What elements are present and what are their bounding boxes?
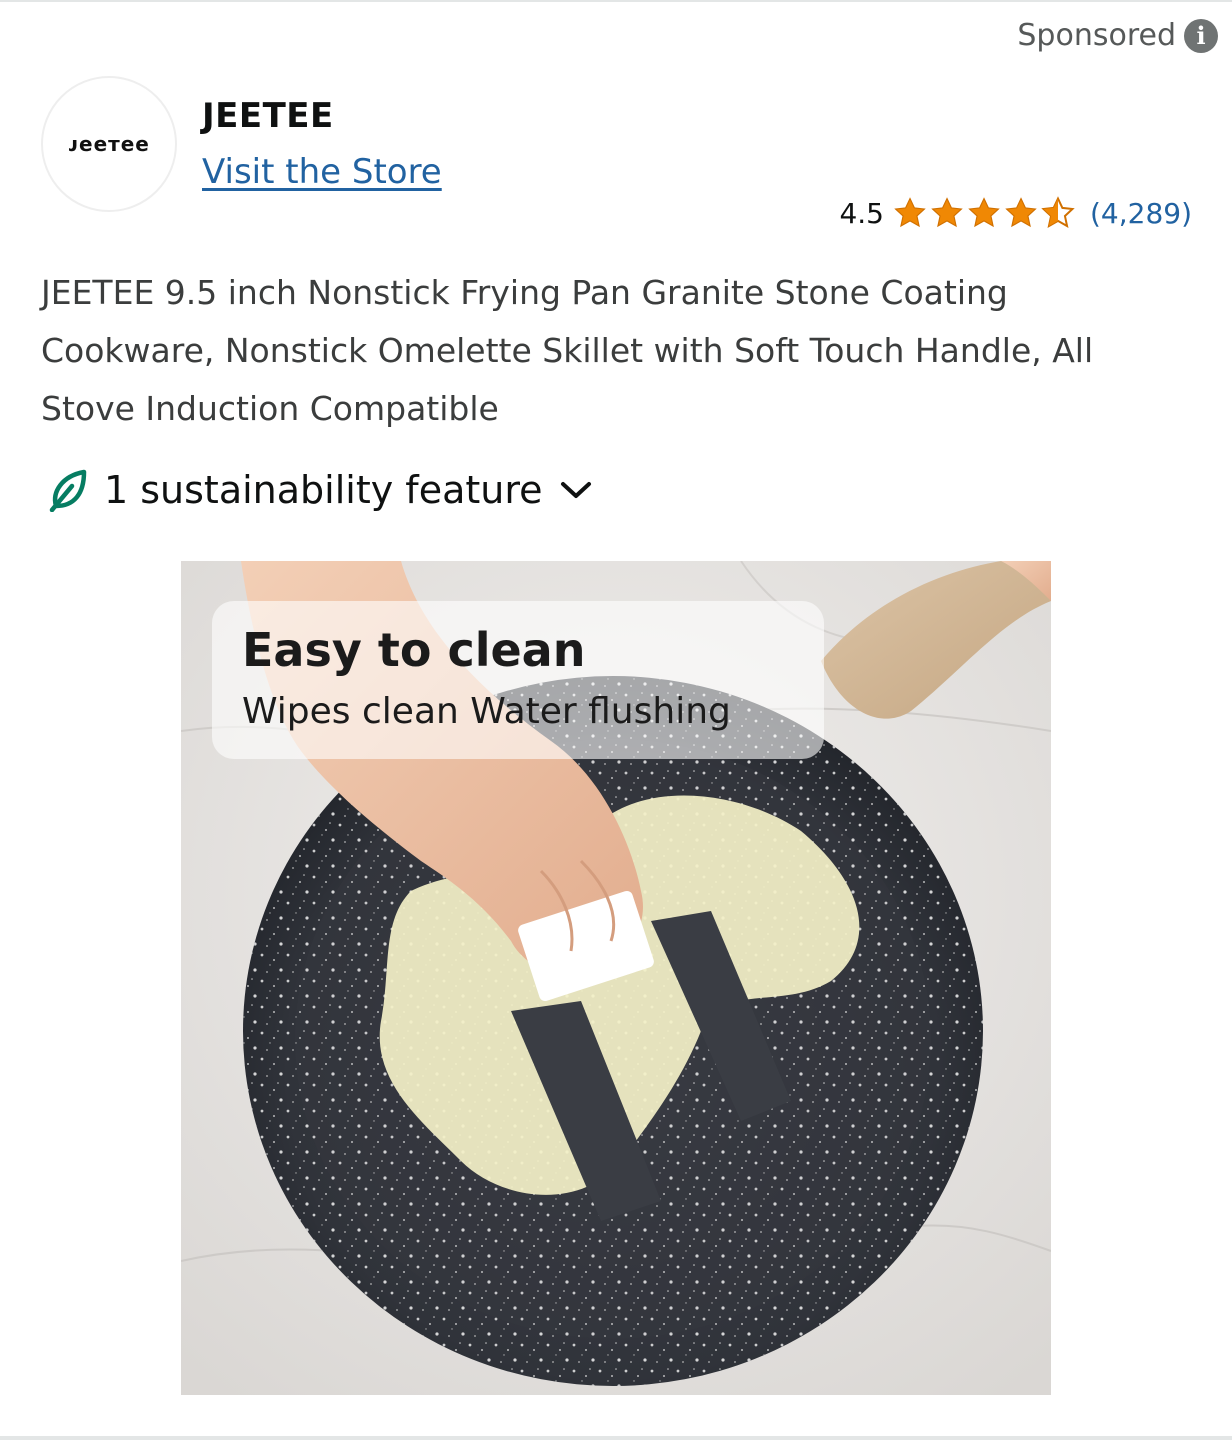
sustainability-feature[interactable]: 1 sustainability feature [48, 468, 593, 512]
star-full-icon [931, 197, 963, 228]
star-full-icon [968, 197, 1000, 228]
rating-summary[interactable]: 4.5 (4,289) [839, 196, 1192, 230]
star-full-icon [894, 197, 926, 228]
store-logo-text: ᴊeeтee [68, 132, 150, 156]
overlay-subtitle: Wipes clean Water flushing [242, 691, 731, 732]
visit-store-link[interactable]: Visit the Store [202, 152, 442, 192]
store-name: JEETEE [202, 96, 334, 136]
sponsored-label[interactable]: Sponsored i [1017, 18, 1218, 53]
leaf-icon [49, 469, 87, 512]
bottom-divider [0, 1436, 1232, 1440]
product-image[interactable]: Easy to clean Wipes clean Water flushing [181, 561, 1051, 1395]
chevron-down-icon [560, 482, 591, 498]
sponsored-text: Sponsored [1017, 18, 1176, 53]
store-logo[interactable]: ᴊeeтee [41, 76, 177, 212]
sustainability-label: 1 sustainability feature [104, 468, 543, 512]
overlay-title: Easy to clean [242, 623, 586, 677]
image-caption-overlay: Easy to clean Wipes clean Water flushing [212, 601, 824, 759]
star-full-icon [1005, 197, 1037, 228]
info-icon[interactable]: i [1184, 18, 1218, 53]
star-rating [892, 196, 1076, 230]
review-count[interactable]: (4,289) [1090, 197, 1192, 230]
product-title[interactable]: JEETEE 9.5 inch Nonstick Frying Pan Gran… [41, 264, 1191, 438]
star-half-icon [1041, 196, 1075, 228]
top-divider [0, 0, 1232, 2]
rating-value: 4.5 [839, 196, 884, 230]
